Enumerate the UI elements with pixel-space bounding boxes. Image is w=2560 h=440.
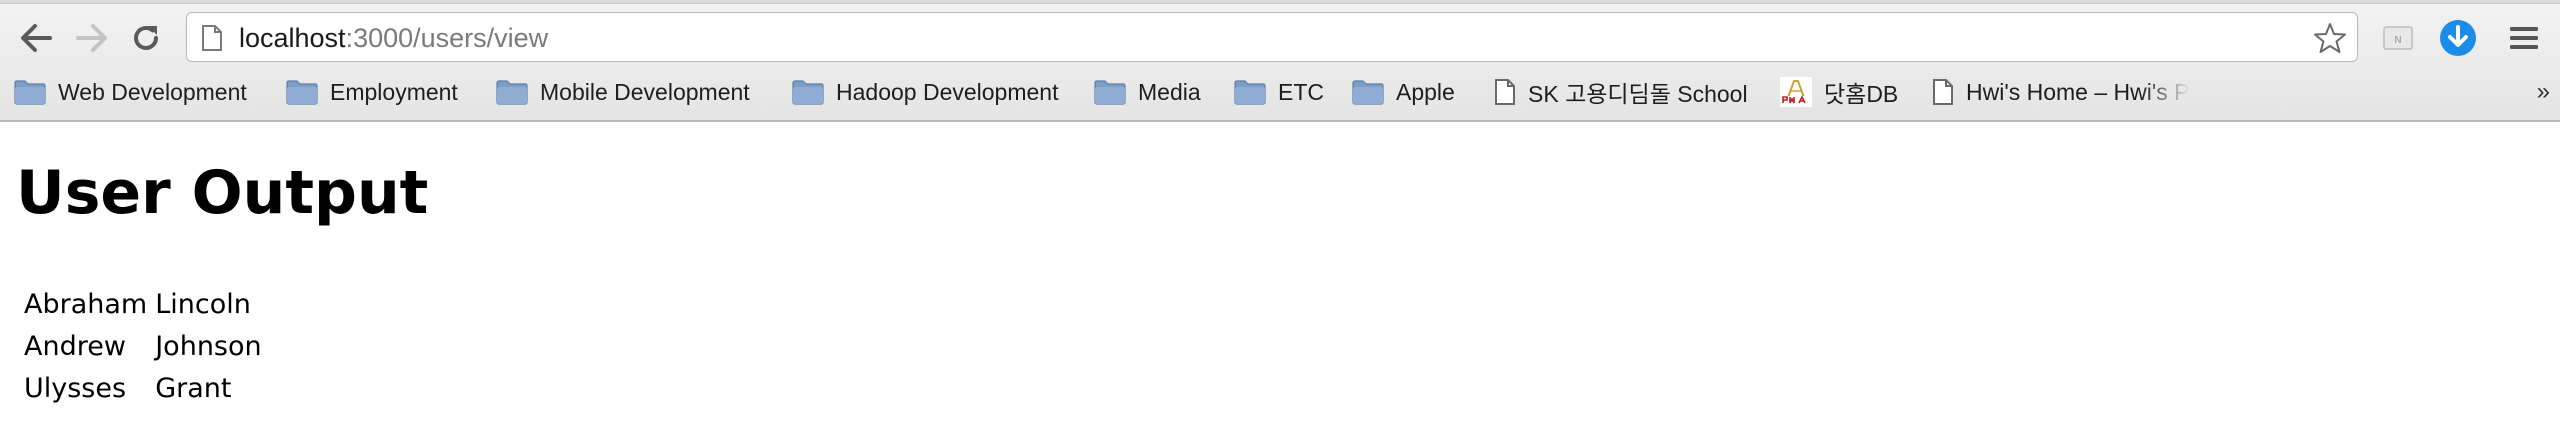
bookmark-label: Web Development (58, 78, 247, 105)
reload-icon (134, 26, 158, 50)
forward-arrow-icon (76, 24, 107, 52)
menu-button[interactable] (2504, 18, 2544, 58)
page-title: User Output (16, 158, 429, 228)
folder-icon (286, 79, 318, 105)
bookmark-mobile-development[interactable]: Mobile Development (496, 72, 750, 112)
first-name-cell: Abraham (24, 289, 148, 320)
bookmark-label: Employment (330, 78, 458, 105)
table-row: Andrew Johnson (22, 328, 264, 366)
bookmark-etc[interactable]: ETC (1234, 72, 1324, 112)
back-button[interactable] (14, 16, 58, 60)
tab-strip (0, 0, 2560, 4)
users-table: Abraham Lincoln Andrew Johnson Ulysses G… (18, 282, 268, 412)
forward-button[interactable] (70, 16, 114, 60)
last-name-cell: Grant (155, 373, 232, 404)
last-name-cell: Johnson (155, 331, 262, 362)
bookmarks-bar: Web Development Employment Mobile Develo… (0, 70, 2560, 114)
folder-icon (1094, 79, 1126, 105)
download-button[interactable] (2438, 18, 2478, 58)
reload-button[interactable] (124, 16, 168, 60)
page-content: User Output Abraham Lincoln Andrew Johns… (0, 122, 2560, 440)
browser-chrome: localhost:3000/users/view N Web Developm… (0, 0, 2560, 122)
folder-icon (1352, 79, 1384, 105)
bookmark-label: Hadoop Development (836, 78, 1059, 105)
bookmark-sk-school[interactable]: SK 고용디딤돌 School (1494, 72, 1748, 112)
download-icon (2440, 20, 2476, 56)
bookmark-label: ETC (1278, 78, 1324, 105)
last-name-cell: Lincoln (155, 289, 251, 320)
first-name-cell: Ulysses (24, 373, 127, 404)
browser-toolbar: localhost:3000/users/view N (0, 6, 2560, 68)
bookmark-star-icon[interactable] (2311, 19, 2349, 57)
bookmark-hadoop-development[interactable]: Hadoop Development (792, 72, 1058, 112)
extension-icon: N (2383, 26, 2413, 50)
folder-icon (1234, 79, 1266, 105)
bookmark-label: Mobile Development (540, 78, 750, 105)
extension-button[interactable]: N (2378, 18, 2418, 58)
folder-icon (496, 79, 528, 105)
page-icon (1932, 78, 1954, 106)
bookmark-label: SK 고용디딤돌 School (1528, 81, 1748, 107)
back-arrow-icon (21, 24, 52, 52)
bookmark-dothome-db[interactable]: 닷홈DB (1780, 72, 1898, 112)
table-row: Ulysses Grant (22, 370, 264, 408)
url-host: localhost (239, 23, 346, 53)
url-text[interactable]: localhost:3000/users/view (239, 23, 548, 53)
url-path: :3000/users/view (345, 23, 549, 53)
folder-icon (14, 79, 46, 105)
bookmark-hwis-home[interactable]: Hwi's Home – Hwi's P (1932, 72, 2204, 112)
address-bar[interactable]: localhost:3000/users/view (186, 12, 2358, 62)
bookmark-employment[interactable]: Employment (286, 72, 458, 112)
bookmark-label: Apple (1396, 78, 1455, 105)
bookmarks-overflow-button[interactable]: » (2537, 78, 2550, 106)
hamburger-menu-icon (2510, 27, 2538, 49)
page-icon (201, 24, 223, 57)
bookmark-web-development[interactable]: Web Development (14, 72, 247, 112)
bookmark-media[interactable]: Media (1094, 72, 1201, 112)
svg-text:N: N (2394, 35, 2401, 46)
first-name-cell: Andrew (24, 331, 126, 362)
bookmark-apple[interactable]: Apple (1352, 72, 1455, 112)
table-row: Abraham Lincoln (22, 286, 264, 324)
bookmark-label: Hwi's Home – Hwi's P (1966, 78, 2190, 105)
site-favicon (1780, 77, 1812, 107)
page-icon (1494, 78, 1516, 106)
bookmark-label: Media (1138, 78, 1201, 105)
bookmark-label: 닷홈DB (1824, 81, 1899, 107)
folder-icon (792, 79, 824, 105)
